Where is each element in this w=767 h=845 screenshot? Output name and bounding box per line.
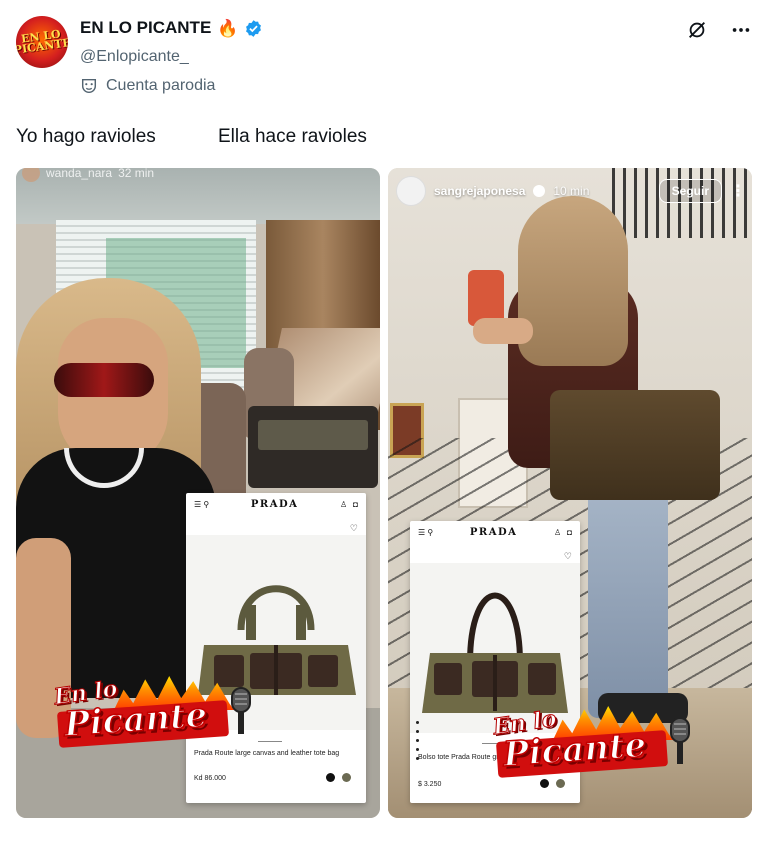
photo-person-hand [473,318,533,344]
tweet-top-actions [685,18,753,42]
verified-icon [533,185,546,197]
more-options-icon[interactable] [729,18,753,42]
product-price: Kd 86.000 [194,775,226,782]
story-avatar[interactable] [396,176,426,206]
media-image-right[interactable]: sangrejaponesa 10 min Seguir ⋮ ☰ ⚲ PRADA… [388,168,752,818]
cart-icon: ◘ [353,499,358,509]
photo-bag [550,390,720,500]
parody-label: Cuenta parodia [106,77,216,94]
product-title: Prada Route large canvas and leather tot… [194,750,340,757]
account-icon: ♙ [339,499,348,509]
product-nav: ☰ ⚲ PRADA ♙ ◘ [186,493,366,515]
fire-icon: 🔥 [217,18,239,38]
tweet-media: wanda_nara 32 min ☰ ⚲ PRADA ♙ ◘ ♡ Prada … [16,168,756,818]
caption-right: Ella hace ravioles [218,126,367,147]
avatar-logo-text: EN LO PICANTE [16,27,68,57]
media-image-left[interactable]: wanda_nara 32 min ☰ ⚲ PRADA ♙ ◘ ♡ Prada … [16,168,380,818]
product-nav: ☰ ⚲ PRADA ♙ ◘ [410,521,580,543]
cart-icon: ◘ [567,527,572,537]
product-brand: PRADA [250,498,299,510]
photo-person-legs [588,488,668,718]
display-name[interactable]: EN LO PICANTE [80,18,211,38]
color-swatch [326,773,335,782]
nav-icons: ♙ ◘ [554,528,572,537]
heart-icon: ♡ [349,523,358,533]
avatar[interactable]: EN LO PICANTE [16,16,68,68]
en-lo-picante-logo: En lo Picante [491,705,703,778]
menu-icon: ☰ ⚲ [194,499,210,509]
story-username: wanda_nara [46,168,113,180]
photo-sunglasses [54,363,154,397]
story-username[interactable]: sangrejaponesa [434,184,525,198]
photo-person-hair [518,196,628,366]
parody-label-row: Cuenta parodia [80,77,215,95]
follow-button[interactable]: Seguir [658,179,722,203]
grok-icon[interactable] [685,18,709,42]
story-avatar [22,168,40,182]
photo-bag [248,406,378,488]
product-brand: PRADA [469,526,518,538]
nav-icons: ♙ ◘ [340,500,358,509]
product-card: ☰ ⚲ PRADA ♙ ◘ ♡ [186,493,366,803]
color-swatch [342,773,351,782]
en-lo-picante-logo: En lo Picante [52,675,264,748]
color-swatch [540,779,549,788]
account-icon: ♙ [553,527,562,537]
display-name-row: EN LO PICANTE 🔥 [80,18,263,38]
theater-mask-icon [81,78,97,94]
story-header-right: sangrejaponesa 10 min Seguir ⋮ [396,176,746,206]
menu-icon: ☰ ⚲ [418,527,434,537]
story-more-icon[interactable]: ⋮ [730,181,746,201]
color-swatch [556,779,565,788]
caption-left: Yo hago ravioles [16,126,156,147]
account-handle[interactable]: @Enlopicante_ [80,48,189,66]
microphone-icon [670,717,690,764]
product-price: $ 3.250 [418,781,442,788]
microphone-icon [231,687,251,734]
heart-icon: ♡ [563,551,572,561]
story-time: 32 min [118,168,155,180]
story-header-left: wanda_nara 32 min [22,168,154,182]
story-time: 10 min [553,184,590,198]
verified-badge-icon [246,19,262,37]
